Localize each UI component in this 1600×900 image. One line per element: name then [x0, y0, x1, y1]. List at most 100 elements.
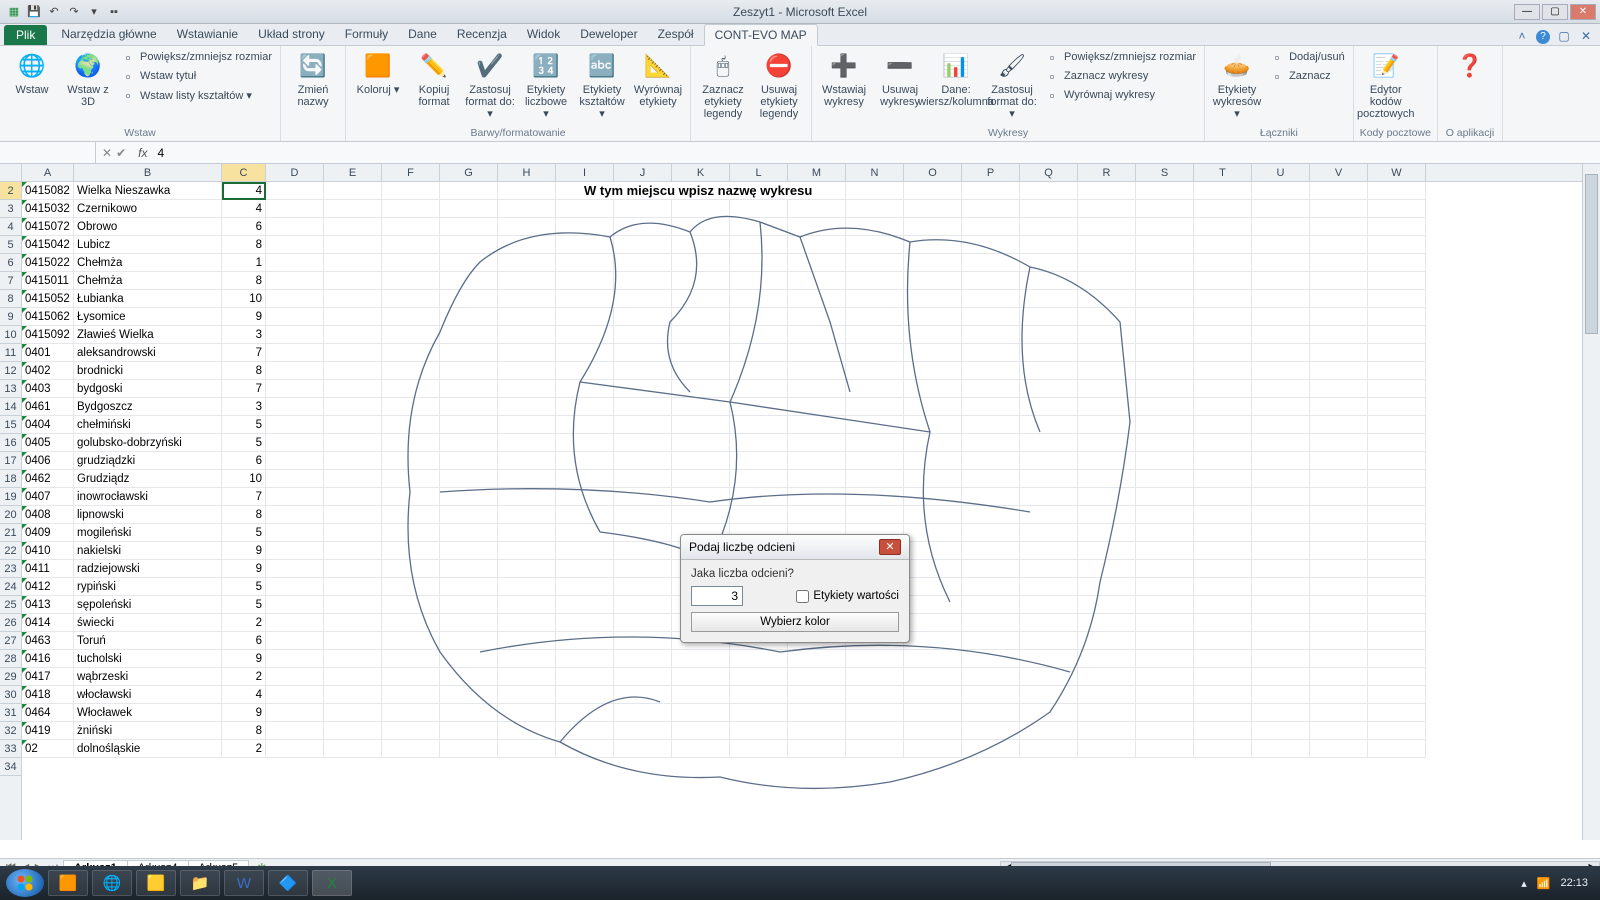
cell[interactable] — [672, 254, 730, 272]
cell[interactable]: 9 — [222, 542, 266, 560]
cell[interactable] — [904, 488, 962, 506]
cell[interactable] — [730, 200, 788, 218]
cell[interactable] — [1310, 506, 1368, 524]
ribbon-button[interactable]: ❓ — [1444, 48, 1496, 86]
cell[interactable] — [266, 632, 324, 650]
ribbon-small-button[interactable]: ▫Wstaw listy kształtów ▾ — [118, 86, 274, 104]
cell[interactable] — [1078, 722, 1136, 740]
cell[interactable]: Obrowo — [74, 218, 222, 236]
cell[interactable] — [1194, 560, 1252, 578]
cell[interactable] — [614, 650, 672, 668]
cell[interactable] — [1310, 236, 1368, 254]
cell[interactable]: 0407 — [22, 488, 74, 506]
cell[interactable]: 0418 — [22, 686, 74, 704]
cell[interactable] — [904, 254, 962, 272]
cell[interactable]: 8 — [222, 272, 266, 290]
column-header[interactable]: O — [904, 164, 962, 181]
cell[interactable] — [1310, 524, 1368, 542]
column-header[interactable]: N — [846, 164, 904, 181]
cell[interactable] — [266, 596, 324, 614]
cell[interactable] — [1136, 308, 1194, 326]
cell[interactable] — [730, 290, 788, 308]
cell[interactable] — [614, 218, 672, 236]
taskbar-excel[interactable]: X — [312, 870, 352, 896]
cell[interactable] — [1252, 200, 1310, 218]
cell[interactable]: 2 — [222, 740, 266, 758]
cell[interactable] — [730, 218, 788, 236]
cell[interactable] — [962, 560, 1020, 578]
cell[interactable]: 9 — [222, 560, 266, 578]
cell[interactable] — [614, 596, 672, 614]
cell[interactable] — [1252, 182, 1310, 200]
cell[interactable] — [1136, 290, 1194, 308]
cell[interactable] — [962, 272, 1020, 290]
cell[interactable]: 9 — [222, 308, 266, 326]
cell[interactable] — [1252, 632, 1310, 650]
cell[interactable]: 1 — [222, 254, 266, 272]
cell[interactable] — [556, 704, 614, 722]
cell[interactable] — [440, 686, 498, 704]
ribbon-button[interactable]: 🔤Etykiety kształtów ▾ — [576, 48, 628, 122]
row-header[interactable]: 25 — [0, 596, 21, 614]
cell[interactable] — [382, 272, 440, 290]
cell[interactable] — [324, 488, 382, 506]
cell[interactable] — [324, 740, 382, 758]
cell[interactable] — [962, 524, 1020, 542]
cell[interactable] — [1252, 542, 1310, 560]
cell[interactable] — [1020, 434, 1078, 452]
cell[interactable] — [382, 308, 440, 326]
cell[interactable] — [556, 722, 614, 740]
redo-icon[interactable]: ↷ — [66, 4, 82, 20]
cell[interactable] — [382, 560, 440, 578]
row-header[interactable]: 17 — [0, 452, 21, 470]
accept-formula-icon[interactable]: ✔ — [116, 146, 126, 160]
cell[interactable] — [1368, 308, 1426, 326]
cell[interactable] — [672, 704, 730, 722]
undo-icon[interactable]: ↶ — [46, 4, 62, 20]
cell[interactable]: inowrocławski — [74, 488, 222, 506]
cell[interactable]: 0406 — [22, 452, 74, 470]
cell[interactable] — [904, 272, 962, 290]
cell[interactable]: 5 — [222, 524, 266, 542]
cell[interactable] — [1020, 668, 1078, 686]
cell[interactable] — [1078, 560, 1136, 578]
cell[interactable] — [614, 524, 672, 542]
cell[interactable] — [1368, 524, 1426, 542]
cell[interactable] — [730, 236, 788, 254]
cell[interactable] — [1368, 290, 1426, 308]
cell[interactable] — [672, 434, 730, 452]
cell[interactable] — [266, 398, 324, 416]
cell[interactable] — [788, 722, 846, 740]
cell[interactable] — [1194, 542, 1252, 560]
cell[interactable] — [498, 416, 556, 434]
cell[interactable] — [1194, 308, 1252, 326]
cell[interactable] — [266, 182, 324, 200]
cell[interactable] — [1310, 740, 1368, 758]
cell[interactable] — [1194, 740, 1252, 758]
cell[interactable]: 7 — [222, 380, 266, 398]
cell[interactable] — [1194, 488, 1252, 506]
cell[interactable] — [614, 416, 672, 434]
cell[interactable]: 7 — [222, 344, 266, 362]
cell[interactable] — [672, 182, 730, 200]
cell[interactable] — [382, 218, 440, 236]
cell[interactable] — [498, 254, 556, 272]
cell[interactable] — [1252, 272, 1310, 290]
cell[interactable] — [788, 218, 846, 236]
cell[interactable] — [730, 470, 788, 488]
ribbon-button[interactable]: ✏️Kopiuj format — [408, 48, 460, 110]
cell[interactable] — [846, 740, 904, 758]
cell[interactable] — [846, 200, 904, 218]
ribbon-tab[interactable]: Narzędzia główne — [51, 24, 166, 45]
cell[interactable] — [1020, 740, 1078, 758]
cell[interactable] — [672, 416, 730, 434]
cell[interactable] — [1368, 560, 1426, 578]
ribbon-button[interactable]: 🔄Zmień nazwy — [287, 48, 339, 110]
cell[interactable]: 4 — [222, 182, 266, 200]
name-box[interactable] — [0, 142, 96, 163]
cell[interactable] — [556, 686, 614, 704]
cell[interactable] — [1136, 362, 1194, 380]
cell[interactable] — [382, 722, 440, 740]
cell[interactable]: 0412 — [22, 578, 74, 596]
cell[interactable] — [382, 668, 440, 686]
